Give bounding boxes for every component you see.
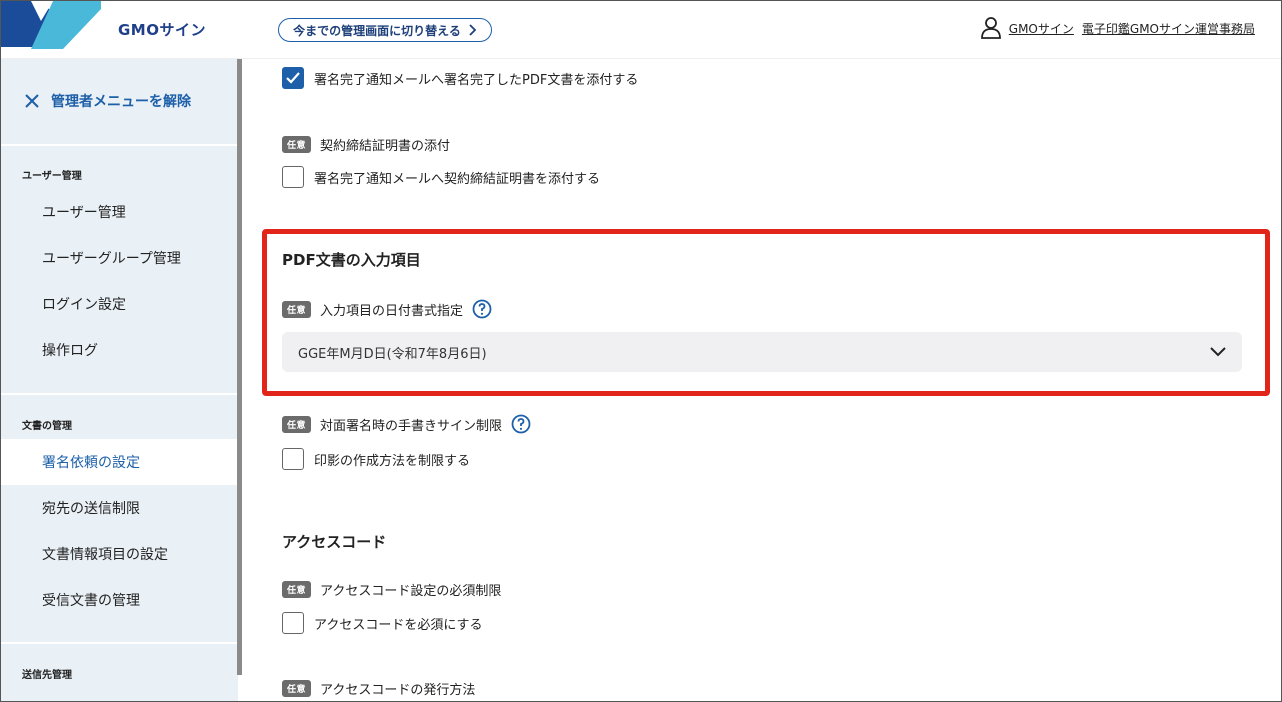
sidebar-item-recipient-restrictions[interactable]: 宛先の送信制限 bbox=[1, 485, 238, 531]
sidebar-item-document-info-fields[interactable]: 文書情報項目の設定 bbox=[1, 531, 238, 577]
user-icon bbox=[980, 17, 1001, 39]
help-icon[interactable] bbox=[472, 299, 492, 319]
sidebar-section-title: 文書の管理 bbox=[22, 421, 72, 432]
date-format-select[interactable]: GGE年M月D日(令和7年8月6日) bbox=[282, 332, 1242, 372]
app-window: GMOサイン 今までの管理画面に切り替える GMOサイン 電子印鑑GMOサイン運… bbox=[0, 0, 1282, 702]
sidebar-section-title: ユーザー管理 bbox=[22, 171, 82, 182]
sidebar-item-operation-log[interactable]: 操作ログ bbox=[1, 327, 238, 373]
access-code-issue-heading: 任意 アクセスコードの発行方法 bbox=[282, 679, 475, 698]
optional-badge: 任意 bbox=[282, 136, 312, 153]
contract-cert-title: 契約締結証明書の添付 bbox=[320, 139, 451, 154]
close-admin-menu-button[interactable]: 管理者メニューを解除 bbox=[25, 91, 191, 111]
handwritten-checkbox[interactable] bbox=[282, 448, 304, 470]
close-icon bbox=[25, 94, 39, 108]
switch-legacy-admin-button[interactable]: 今までの管理画面に切り替える bbox=[278, 18, 492, 42]
sidebar-item-login-settings[interactable]: ログイン設定 bbox=[1, 281, 238, 327]
attach-pdf-label: 署名完了通知メールへ署名完了したPDF文書を添付する bbox=[314, 72, 639, 88]
settings-main: 署名完了通知メールへ署名完了したPDF文書を添付する 任意 契約締結証明書の添付… bbox=[242, 59, 1281, 701]
access-code-section-title: アクセスコード bbox=[282, 533, 387, 551]
handwritten-label: 印影の作成方法を制限する bbox=[314, 453, 471, 469]
access-code-required-title: アクセスコード設定の必須制限 bbox=[320, 584, 502, 599]
access-code-option: アクセスコードを必須にする bbox=[282, 612, 482, 634]
handwritten-title: 対面署名時の手書きサイン制限 bbox=[320, 418, 503, 434]
sidebar-item-users[interactable]: ユーザー管理 bbox=[1, 189, 238, 235]
sidebar-section-title: 送信先管理 bbox=[22, 670, 72, 681]
sidebar-item-received-documents[interactable]: 受信文書の管理 bbox=[1, 577, 238, 623]
optional-badge: 任意 bbox=[282, 415, 312, 433]
contract-cert-heading: 任意 契約締結証明書の添付 bbox=[282, 135, 450, 154]
access-code-issue-title: アクセスコードの発行方法 bbox=[320, 683, 476, 698]
user-org-link[interactable]: 電子印鑑GMOサイン運営事務局 bbox=[1082, 20, 1255, 37]
optional-badge: 任意 bbox=[282, 581, 312, 598]
optional-badge: 任意 bbox=[282, 680, 312, 697]
chevron-right-icon bbox=[469, 24, 477, 36]
attach-pdf-option: 署名完了通知メールへ署名完了したPDF文書を添付する bbox=[282, 67, 638, 89]
top-header: GMOサイン 今までの管理画面に切り替える GMOサイン 電子印鑑GMOサイン運… bbox=[1, 1, 1281, 59]
user-area: GMOサイン 電子印鑑GMOサイン運営事務局 bbox=[980, 17, 1255, 39]
sidebar-item-signature-request-settings[interactable]: 署名依頼の設定 bbox=[1, 439, 238, 485]
access-code-label: アクセスコードを必須にする bbox=[314, 617, 483, 633]
date-format-heading: 任意 入力項目の日付書式指定 bbox=[282, 299, 492, 319]
attach-pdf-checkbox[interactable] bbox=[282, 67, 304, 89]
chevron-down-icon bbox=[1210, 347, 1226, 357]
sidebar-item-user-groups[interactable]: ユーザーグループ管理 bbox=[1, 235, 238, 281]
contract-cert-label: 署名完了通知メールへ契約締結証明書を添付する bbox=[314, 171, 601, 187]
handwritten-option: 印影の作成方法を制限する bbox=[282, 448, 470, 470]
brand-name: GMOサイン bbox=[118, 21, 206, 39]
handwritten-heading: 任意 対面署名時の手書きサイン制限 bbox=[282, 414, 531, 434]
access-code-checkbox[interactable] bbox=[282, 612, 304, 634]
sidebar-divider bbox=[1, 642, 238, 644]
close-admin-menu-label: 管理者メニューを解除 bbox=[51, 94, 191, 110]
admin-sidebar: 管理者メニューを解除 ユーザー管理 ユーザー管理 ユーザーグループ管理 ログイン… bbox=[1, 59, 238, 701]
gmo-logo-icon bbox=[1, 1, 101, 49]
date-format-value: GGE年M月D日(令和7年8月6日) bbox=[298, 346, 487, 362]
sidebar-divider bbox=[1, 393, 238, 395]
date-format-title: 入力項目の日付書式指定 bbox=[320, 303, 464, 319]
pdf-inputs-section-title: PDF文書の入力項目 bbox=[282, 251, 421, 269]
optional-badge: 任意 bbox=[282, 300, 312, 318]
switch-legacy-admin-label: 今までの管理画面に切り替える bbox=[293, 23, 461, 38]
check-icon bbox=[286, 72, 300, 84]
access-code-required-heading: 任意 アクセスコード設定の必須制限 bbox=[282, 580, 501, 599]
help-icon[interactable] bbox=[511, 414, 531, 434]
contract-cert-option: 署名完了通知メールへ契約締結証明書を添付する bbox=[282, 166, 600, 188]
sidebar-divider bbox=[1, 144, 238, 146]
contract-cert-checkbox[interactable] bbox=[282, 166, 304, 188]
user-name-link[interactable]: GMOサイン bbox=[1009, 20, 1074, 37]
